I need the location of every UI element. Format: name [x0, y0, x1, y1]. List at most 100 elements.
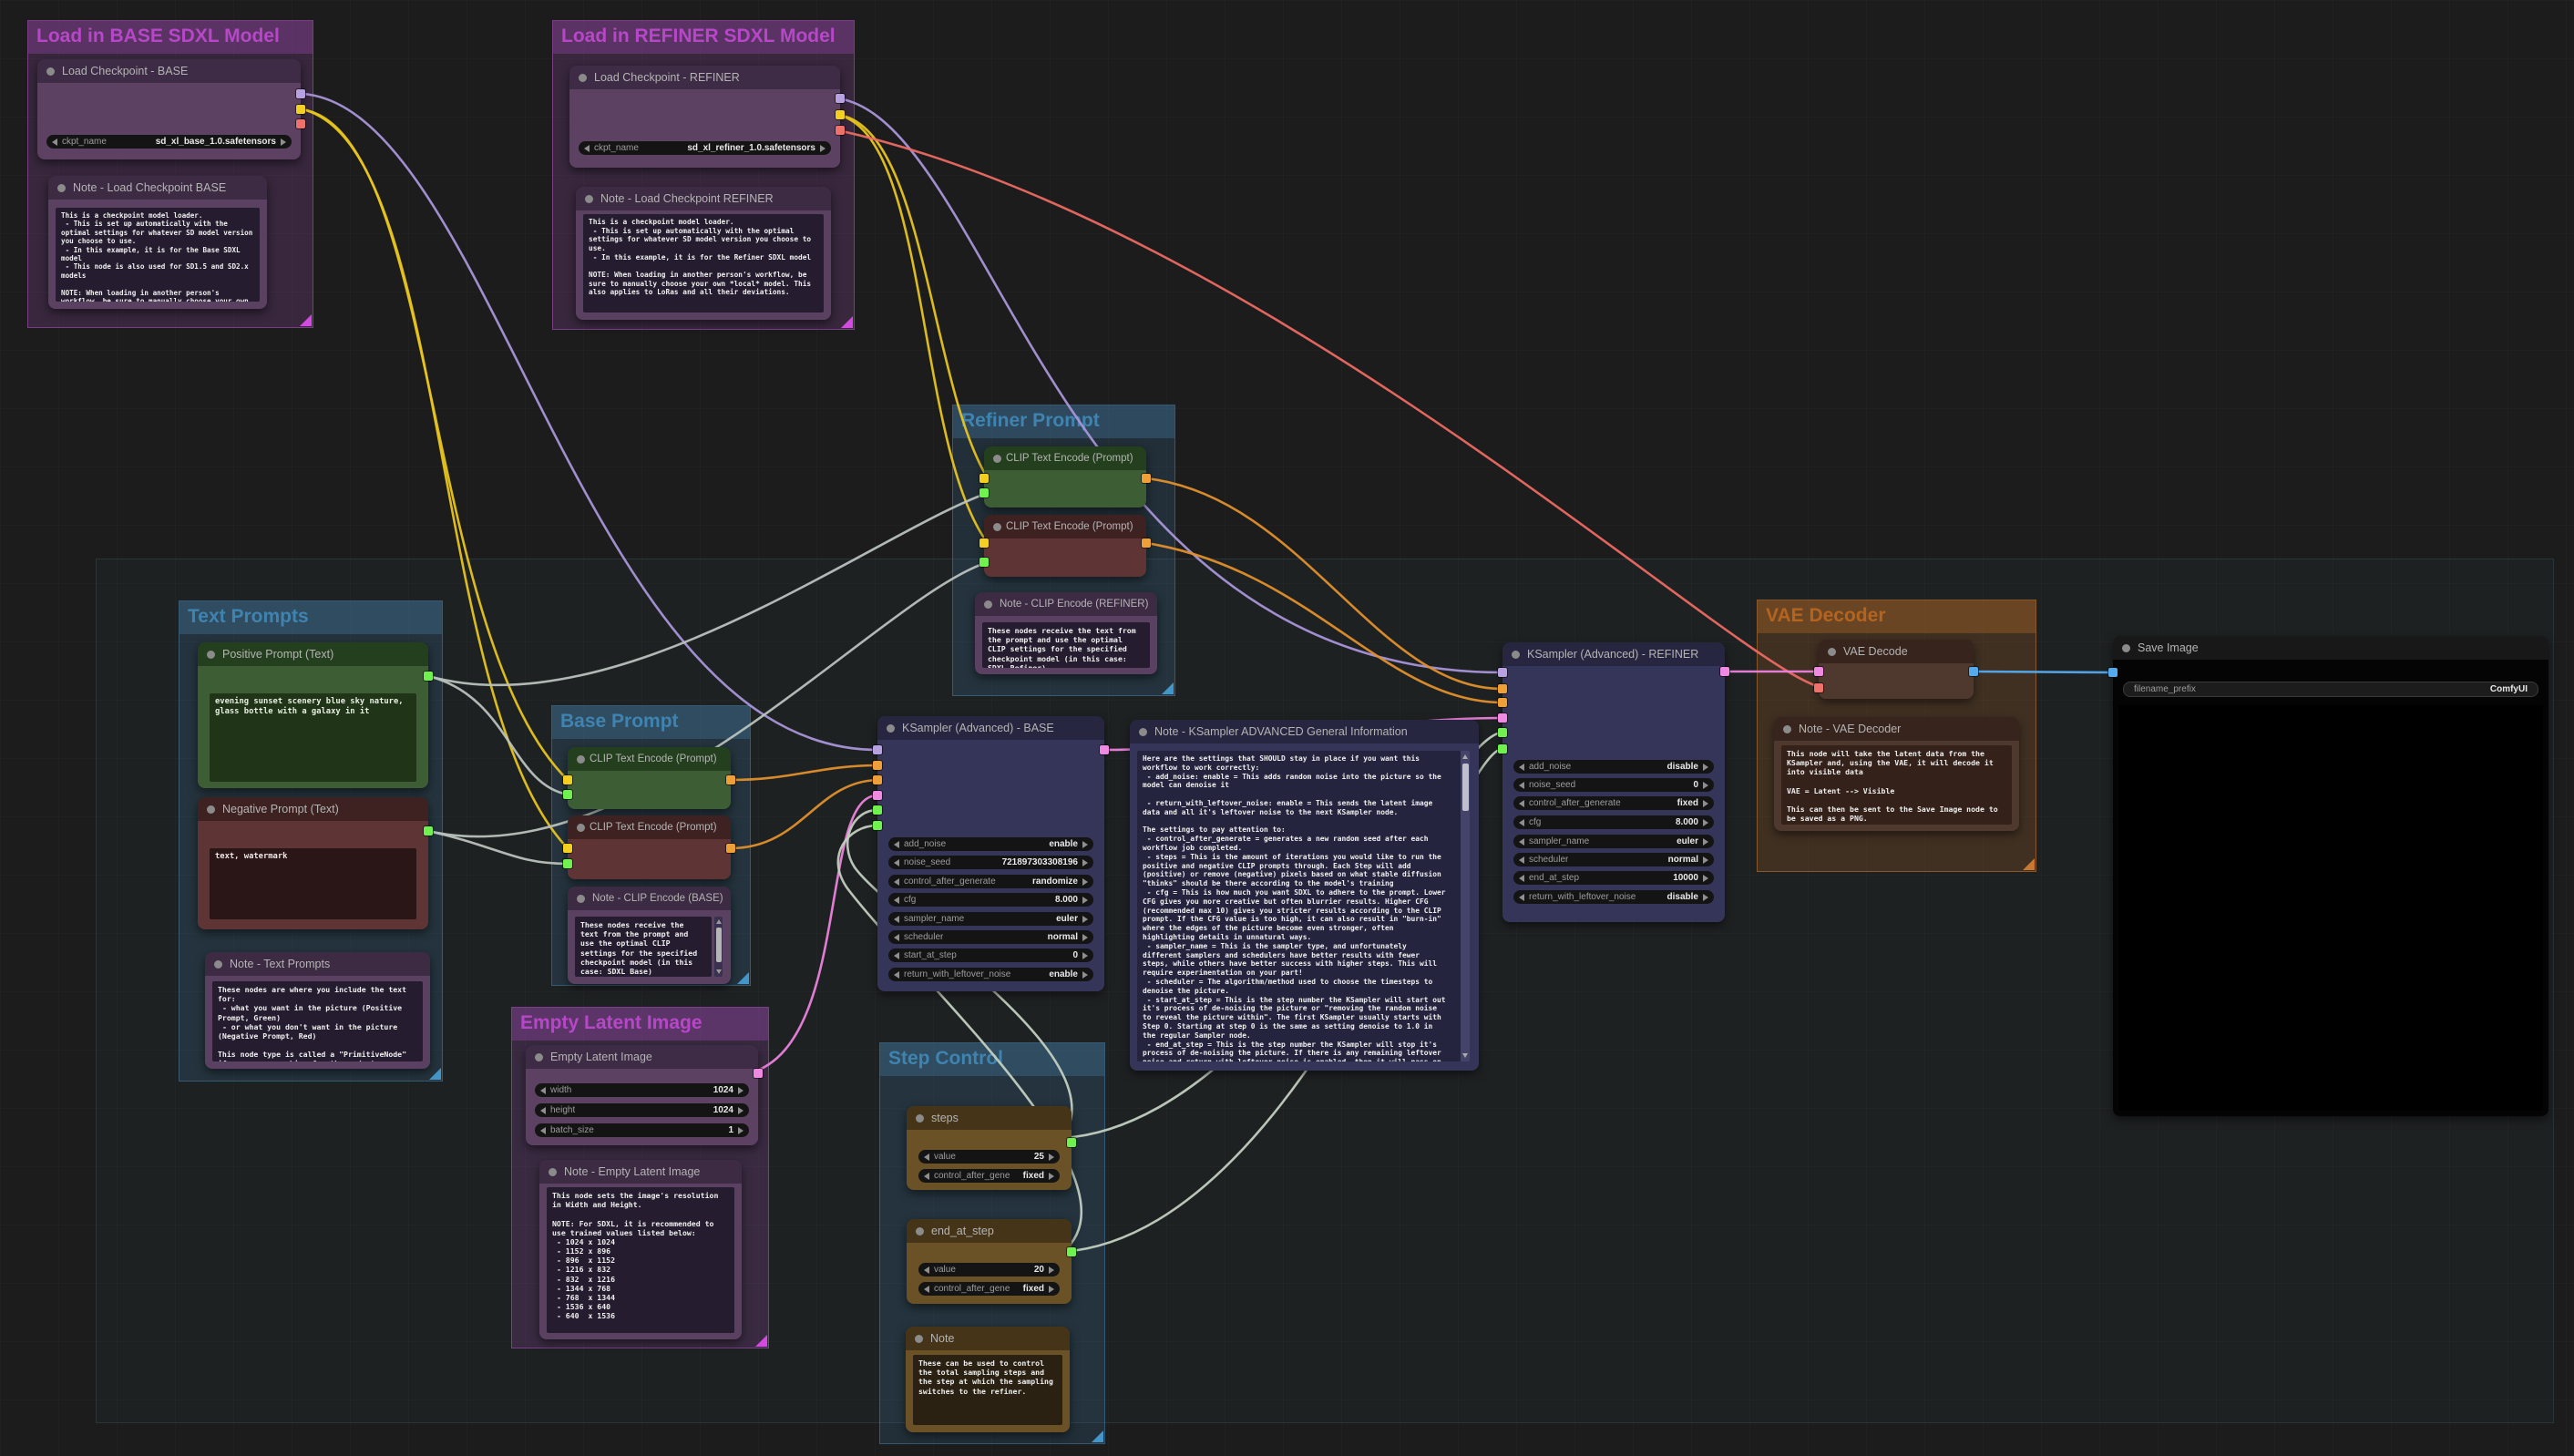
next-arrow-icon[interactable] [1049, 1266, 1054, 1274]
next-arrow-icon[interactable] [738, 1107, 743, 1114]
node-note-ksampler[interactable]: Note - KSampler ADVANCED General Informa… [1130, 720, 1479, 1071]
control-after-generate-widget[interactable]: control_after_generaterandomize [888, 875, 1093, 888]
node-clip-encode-positive-base[interactable]: CLIP Text Encode (Prompt) [568, 747, 731, 809]
node-empty-latent-image[interactable]: Empty Latent Image width1024 height1024 … [526, 1045, 758, 1145]
sampler-name-widget[interactable]: sampler_nameeuler [1513, 835, 1714, 848]
int-output-slot[interactable] [1067, 1247, 1076, 1256]
prev-arrow-icon[interactable] [584, 145, 590, 152]
next-arrow-icon[interactable] [1703, 800, 1708, 807]
batch-size-widget[interactable]: batch_size1 [535, 1123, 749, 1137]
int-output-slot[interactable] [1067, 1138, 1076, 1147]
sampler-name-widget[interactable]: sampler_nameeuler [888, 912, 1093, 926]
node-end-at-step-primitive[interactable]: end_at_step value20 control_after_genefi… [907, 1219, 1072, 1304]
conditioning-output-slot[interactable] [726, 775, 735, 784]
model-input-slot[interactable] [1498, 668, 1507, 677]
prev-arrow-icon[interactable] [924, 1266, 929, 1274]
prev-arrow-icon[interactable] [924, 1286, 929, 1293]
node-note-empty-latent[interactable]: Note - Empty Latent Image This node sets… [539, 1160, 742, 1339]
node-note-ckpt-base[interactable]: Note - Load Checkpoint BASE This is a ch… [48, 176, 267, 309]
steps-input-slot[interactable] [873, 805, 882, 815]
node-ksampler-refiner[interactable]: KSampler (Advanced) - REFINER add_noised… [1502, 642, 1725, 922]
next-arrow-icon[interactable] [1082, 897, 1088, 904]
node-load-checkpoint-base[interactable]: Load Checkpoint - BASE ckpt_namesd_xl_ba… [37, 59, 301, 159]
height-widget[interactable]: height1024 [535, 1103, 749, 1117]
next-arrow-icon[interactable] [1703, 782, 1708, 789]
prev-arrow-icon[interactable] [1519, 764, 1524, 771]
text-input-slot[interactable] [563, 859, 572, 868]
next-arrow-icon[interactable] [1082, 859, 1088, 866]
node-vae-decode[interactable]: VAE Decode [1819, 640, 1974, 699]
clip-input-slot[interactable] [563, 775, 572, 784]
comfyui-canvas[interactable]: Load in BASE SDXL Model Load in REFINER … [0, 0, 2574, 1456]
node-steps-primitive[interactable]: steps value25 control_after_genefixed [907, 1106, 1072, 1190]
scroll-down-icon[interactable] [716, 969, 722, 974]
steps-input-slot[interactable] [1498, 728, 1507, 737]
ckpt-name-widget[interactable]: ckpt_namesd_xl_base_1.0.safetensors [46, 135, 292, 149]
latent-image-input-slot[interactable] [1498, 713, 1507, 723]
start-at-step-input-slot[interactable] [1498, 744, 1507, 754]
next-arrow-icon[interactable] [1703, 856, 1708, 864]
scheduler-widget[interactable]: schedulernormal [888, 930, 1093, 944]
add-noise-widget[interactable]: add_noisedisable [1513, 760, 1714, 774]
prev-arrow-icon[interactable] [540, 1107, 546, 1114]
width-widget[interactable]: width1024 [535, 1083, 749, 1097]
negative-input-slot[interactable] [873, 775, 882, 784]
clip-input-slot[interactable] [563, 844, 572, 853]
note-text[interactable]: These nodes receive the text from the pr… [982, 622, 1150, 668]
return-with-leftover-noise-widget[interactable]: return_with_leftover_noisedisable [1513, 890, 1714, 904]
prev-arrow-icon[interactable] [540, 1127, 546, 1134]
samples-input-slot[interactable] [1814, 667, 1823, 676]
node-positive-prompt[interactable]: Positive Prompt (Text) evening sunset sc… [198, 642, 428, 788]
prev-arrow-icon[interactable] [894, 897, 899, 904]
node-note-clip-refiner[interactable]: Note - CLIP Encode (REFINER) These nodes… [975, 592, 1157, 674]
prev-arrow-icon[interactable] [894, 952, 899, 959]
scrollbar-thumb[interactable] [716, 928, 722, 962]
conditioning-output-slot[interactable] [1142, 538, 1151, 548]
note-text[interactable]: These nodes are where you include the te… [212, 981, 423, 1061]
note-text[interactable]: This node will take the latent data from… [1781, 745, 2012, 825]
node-ksampler-base[interactable]: KSampler (Advanced) - BASE add_noiseenab… [877, 716, 1104, 991]
next-arrow-icon[interactable] [1703, 894, 1708, 901]
negative-input-slot[interactable] [1498, 698, 1507, 707]
prev-arrow-icon[interactable] [894, 934, 899, 941]
prev-arrow-icon[interactable] [1519, 782, 1524, 789]
prev-arrow-icon[interactable] [894, 841, 899, 848]
text-input-slot[interactable] [563, 790, 572, 799]
note-text[interactable]: These can be used to control the total s… [913, 1355, 1062, 1425]
next-arrow-icon[interactable] [738, 1127, 743, 1134]
prev-arrow-icon[interactable] [1519, 856, 1524, 864]
prompt-text-widget[interactable]: evening sunset scenery blue sky nature, … [210, 693, 416, 782]
note-text[interactable]: This is a checkpoint model loader. - Thi… [583, 214, 824, 313]
model-input-slot[interactable] [873, 745, 882, 754]
start-at-step-widget[interactable]: start_at_step0 [888, 948, 1093, 962]
return-with-leftover-noise-widget[interactable]: return_with_leftover_noiseenable [888, 968, 1093, 981]
prev-arrow-icon[interactable] [894, 859, 899, 866]
end-at-step-widget[interactable]: end_at_step10000 [1513, 871, 1714, 885]
clip-output-slot[interactable] [836, 110, 845, 119]
vae-input-slot[interactable] [1814, 683, 1823, 692]
node-negative-prompt[interactable]: Negative Prompt (Text) text, watermark [198, 797, 428, 929]
node-load-checkpoint-refiner[interactable]: Load Checkpoint - REFINER ckpt_namesd_xl… [569, 66, 840, 168]
vae-output-slot[interactable] [296, 119, 305, 128]
clip-input-slot[interactable] [979, 474, 989, 483]
images-input-slot[interactable] [2108, 668, 2118, 677]
clip-input-slot[interactable] [979, 538, 989, 548]
value-widget[interactable]: value25 [918, 1150, 1060, 1164]
prev-arrow-icon[interactable] [1519, 819, 1524, 826]
vae-output-slot[interactable] [836, 126, 845, 135]
latent-output-slot[interactable] [1720, 667, 1729, 676]
prev-arrow-icon[interactable] [1519, 838, 1524, 846]
scroll-up-icon[interactable] [1462, 754, 1468, 759]
node-note-ckpt-refiner[interactable]: Note - Load Checkpoint REFINER This is a… [576, 187, 831, 320]
node-save-image[interactable]: Save Image filename_prefixComfyUI [2113, 636, 2548, 1116]
note-text[interactable]: This is a checkpoint model loader. - Thi… [56, 208, 260, 302]
note-text[interactable]: Here are the settings that SHOULD stay i… [1137, 751, 1461, 1061]
node-clip-encode-positive-refiner[interactable]: CLIP Text Encode (Prompt) [984, 446, 1146, 508]
control-after-generate-widget[interactable]: control_after_generatefixed [1513, 796, 1714, 810]
next-arrow-icon[interactable] [1703, 764, 1708, 771]
next-arrow-icon[interactable] [281, 138, 286, 146]
end-at-step-input-slot[interactable] [873, 821, 882, 830]
note-text[interactable]: This node sets the image's resolution in… [547, 1187, 734, 1333]
text-input-slot[interactable] [979, 558, 989, 567]
prev-arrow-icon[interactable] [924, 1173, 929, 1180]
